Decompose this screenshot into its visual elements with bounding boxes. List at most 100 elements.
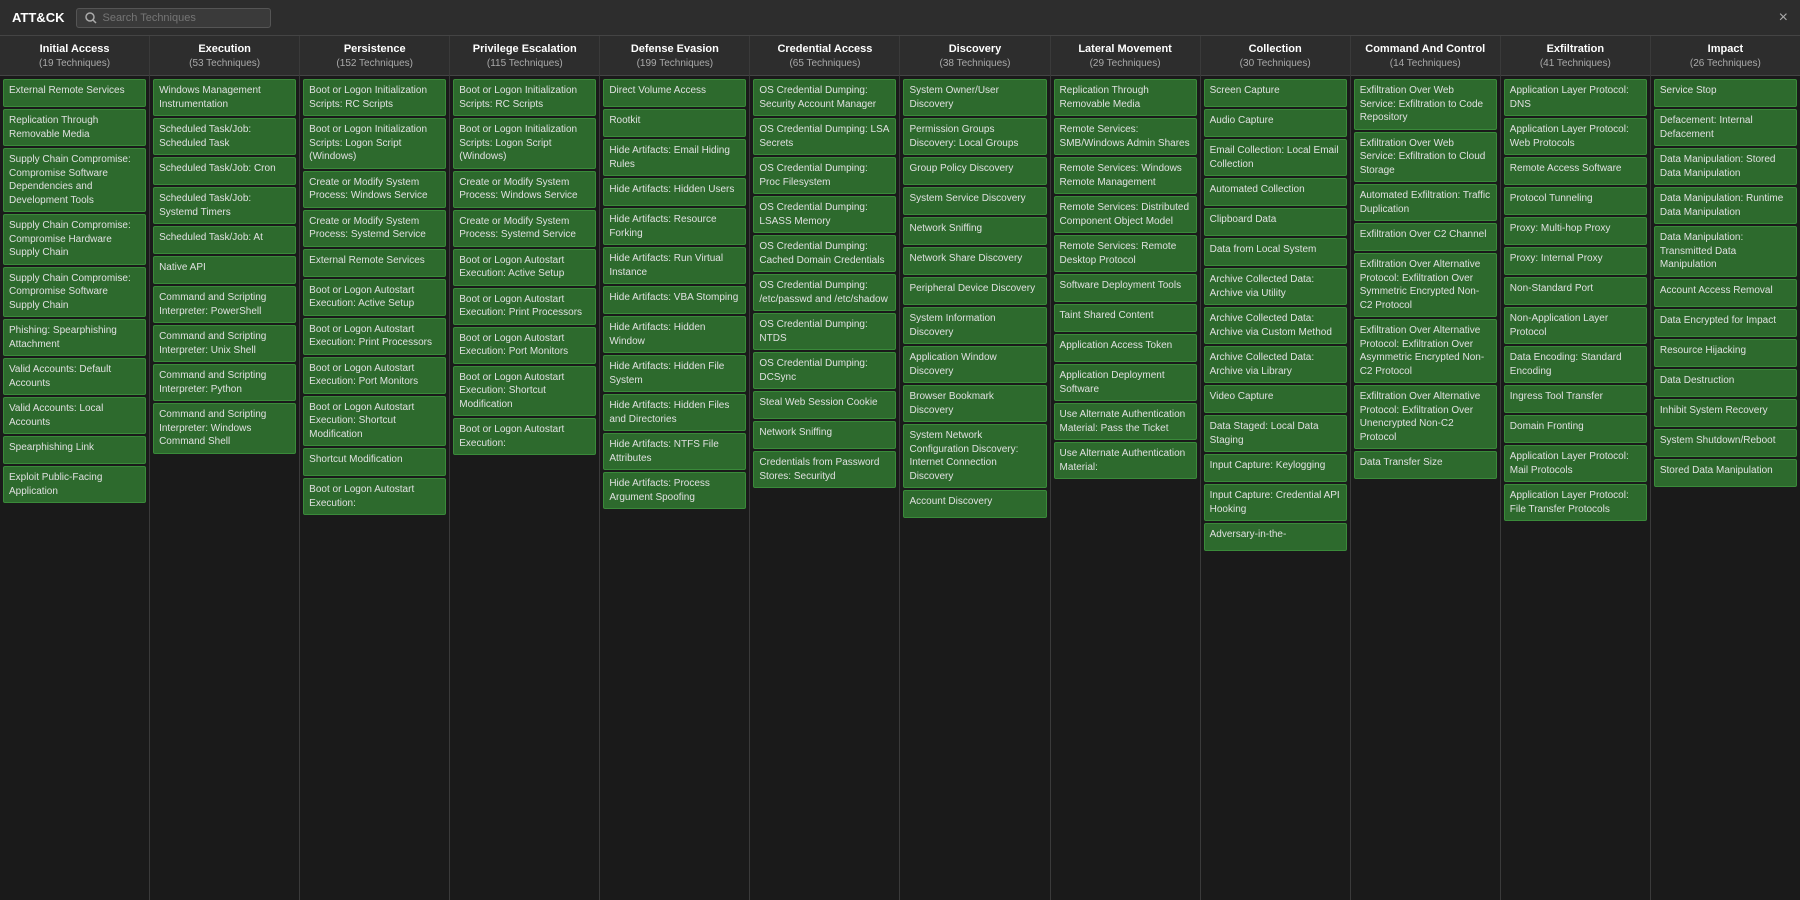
- technique-item[interactable]: Resource Hijacking: [1654, 339, 1797, 367]
- technique-item[interactable]: Supply Chain Compromise: Compromise Hard…: [3, 214, 146, 265]
- technique-item[interactable]: Application Access Token: [1054, 334, 1197, 362]
- technique-item[interactable]: Use Alternate Authentication Material: P…: [1054, 403, 1197, 440]
- technique-item[interactable]: Application Deployment Software: [1054, 364, 1197, 401]
- technique-item[interactable]: Boot or Logon Autostart Execution: Print…: [453, 288, 596, 325]
- technique-item[interactable]: Supply Chain Compromise: Compromise Soft…: [3, 148, 146, 212]
- technique-item[interactable]: Boot or Logon Initialization Scripts: Lo…: [303, 118, 446, 169]
- technique-item[interactable]: Supply Chain Compromise: Compromise Soft…: [3, 267, 146, 318]
- technique-item[interactable]: Scheduled Task/Job: Scheduled Task: [153, 118, 296, 155]
- technique-item[interactable]: Hide Artifacts: Resource Forking: [603, 208, 746, 245]
- technique-item[interactable]: Boot or Logon Initialization Scripts: RC…: [303, 79, 446, 116]
- technique-item[interactable]: Credentials from Password Stores: Securi…: [753, 451, 896, 488]
- technique-item[interactable]: Permission Groups Discovery: Local Group…: [903, 118, 1046, 155]
- technique-item[interactable]: Screen Capture: [1204, 79, 1347, 107]
- technique-item[interactable]: Command and Scripting Interpreter: Pytho…: [153, 364, 296, 401]
- technique-item[interactable]: OS Credential Dumping: Cached Domain Cre…: [753, 235, 896, 272]
- technique-item[interactable]: Valid Accounts: Default Accounts: [3, 358, 146, 395]
- technique-item[interactable]: Data Manipulation: Runtime Data Manipula…: [1654, 187, 1797, 224]
- technique-item[interactable]: Domain Fronting: [1504, 415, 1647, 443]
- technique-item[interactable]: Data Destruction: [1654, 369, 1797, 397]
- technique-item[interactable]: Create or Modify System Process: Systemd…: [453, 210, 596, 247]
- technique-item[interactable]: Exfiltration Over Web Service: Exfiltrat…: [1354, 79, 1497, 130]
- technique-item[interactable]: Adversary-in-the-: [1204, 523, 1347, 551]
- technique-item[interactable]: Phishing: Spearphishing Attachment: [3, 319, 146, 356]
- technique-item[interactable]: Command and Scripting Interpreter: Windo…: [153, 403, 296, 454]
- technique-item[interactable]: Boot or Logon Autostart Execution: Short…: [303, 396, 446, 447]
- technique-item[interactable]: Remote Services: Remote Desktop Protocol: [1054, 235, 1197, 272]
- technique-item[interactable]: Peripheral Device Discovery: [903, 277, 1046, 305]
- technique-item[interactable]: Command and Scripting Interpreter: Power…: [153, 286, 296, 323]
- technique-item[interactable]: Proxy: Internal Proxy: [1504, 247, 1647, 275]
- technique-item[interactable]: Hide Artifacts: NTFS File Attributes: [603, 433, 746, 470]
- technique-item[interactable]: Valid Accounts: Local Accounts: [3, 397, 146, 434]
- technique-item[interactable]: Application Layer Protocol: File Transfe…: [1504, 484, 1647, 521]
- technique-item[interactable]: Input Capture: Credential API Hooking: [1204, 484, 1347, 521]
- technique-item[interactable]: OS Credential Dumping: LSA Secrets: [753, 118, 896, 155]
- technique-item[interactable]: Boot or Logon Initialization Scripts: RC…: [453, 79, 596, 116]
- technique-item[interactable]: Exfiltration Over Alternative Protocol: …: [1354, 385, 1497, 449]
- technique-item[interactable]: Application Layer Protocol: DNS: [1504, 79, 1647, 116]
- technique-item[interactable]: Create or Modify System Process: Windows…: [453, 171, 596, 208]
- technique-item[interactable]: Windows Management Instrumentation: [153, 79, 296, 116]
- technique-item[interactable]: Create or Modify System Process: Windows…: [303, 171, 446, 208]
- technique-item[interactable]: OS Credential Dumping: DCSync: [753, 352, 896, 389]
- technique-item[interactable]: Scheduled Task/Job: At: [153, 226, 296, 254]
- technique-item[interactable]: Create or Modify System Process: Systemd…: [303, 210, 446, 247]
- technique-item[interactable]: Spearphishing Link: [3, 436, 146, 464]
- technique-item[interactable]: Data Manipulation: Stored Data Manipulat…: [1654, 148, 1797, 185]
- technique-item[interactable]: Group Policy Discovery: [903, 157, 1046, 185]
- technique-item[interactable]: Protocol Tunneling: [1504, 187, 1647, 215]
- technique-item[interactable]: Shortcut Modification: [303, 448, 446, 476]
- technique-item[interactable]: Data Transfer Size: [1354, 451, 1497, 479]
- technique-item[interactable]: Replication Through Removable Media: [3, 109, 146, 146]
- technique-item[interactable]: Taint Shared Content: [1054, 304, 1197, 332]
- technique-item[interactable]: External Remote Services: [3, 79, 146, 107]
- technique-item[interactable]: Inhibit System Recovery: [1654, 399, 1797, 427]
- technique-item[interactable]: Network Share Discovery: [903, 247, 1046, 275]
- technique-item[interactable]: Hide Artifacts: Hidden Window: [603, 316, 746, 353]
- technique-item[interactable]: Exfiltration Over C2 Channel: [1354, 223, 1497, 251]
- search-input[interactable]: [102, 12, 262, 24]
- technique-item[interactable]: System Network Configuration Discovery: …: [903, 424, 1046, 488]
- technique-item[interactable]: Hide Artifacts: Hidden File System: [603, 355, 746, 392]
- technique-item[interactable]: Exfiltration Over Alternative Protocol: …: [1354, 319, 1497, 383]
- technique-item[interactable]: OS Credential Dumping: NTDS: [753, 313, 896, 350]
- technique-item[interactable]: Audio Capture: [1204, 109, 1347, 137]
- technique-item[interactable]: Hide Artifacts: Hidden Users: [603, 178, 746, 206]
- technique-item[interactable]: Use Alternate Authentication Material:: [1054, 442, 1197, 479]
- technique-item[interactable]: Exfiltration Over Alternative Protocol: …: [1354, 253, 1497, 317]
- technique-item[interactable]: Native API: [153, 256, 296, 284]
- technique-item[interactable]: Scheduled Task/Job: Cron: [153, 157, 296, 185]
- technique-item[interactable]: Account Discovery: [903, 490, 1046, 518]
- technique-item[interactable]: Data Staged: Local Data Staging: [1204, 415, 1347, 452]
- technique-item[interactable]: Data from Local System: [1204, 238, 1347, 266]
- technique-item[interactable]: Data Encoding: Standard Encoding: [1504, 346, 1647, 383]
- technique-item[interactable]: Boot or Logon Autostart Execution:: [303, 478, 446, 515]
- technique-item[interactable]: Boot or Logon Autostart Execution: Port …: [453, 327, 596, 364]
- technique-item[interactable]: External Remote Services: [303, 249, 446, 277]
- technique-item[interactable]: Hide Artifacts: Run Virtual Instance: [603, 247, 746, 284]
- technique-item[interactable]: Replication Through Removable Media: [1054, 79, 1197, 116]
- technique-item[interactable]: Email Collection: Local Email Collection: [1204, 139, 1347, 176]
- technique-item[interactable]: System Owner/User Discovery: [903, 79, 1046, 116]
- technique-item[interactable]: OS Credential Dumping: LSASS Memory: [753, 196, 896, 233]
- technique-item[interactable]: Exfiltration Over Web Service: Exfiltrat…: [1354, 132, 1497, 183]
- technique-item[interactable]: OS Credential Dumping: Security Account …: [753, 79, 896, 116]
- technique-item[interactable]: Application Layer Protocol: Mail Protoco…: [1504, 445, 1647, 482]
- technique-item[interactable]: Browser Bookmark Discovery: [903, 385, 1046, 422]
- technique-item[interactable]: System Information Discovery: [903, 307, 1046, 344]
- technique-item[interactable]: Non-Standard Port: [1504, 277, 1647, 305]
- technique-item[interactable]: Service Stop: [1654, 79, 1797, 107]
- technique-item[interactable]: Hide Artifacts: Process Argument Spoofin…: [603, 472, 746, 509]
- technique-item[interactable]: Automated Collection: [1204, 178, 1347, 206]
- technique-item[interactable]: Boot or Logon Autostart Execution: Activ…: [453, 249, 596, 286]
- technique-item[interactable]: Archive Collected Data: Archive via Libr…: [1204, 346, 1347, 383]
- technique-item[interactable]: Exploit Public-Facing Application: [3, 466, 146, 503]
- technique-item[interactable]: Boot or Logon Autostart Execution: Port …: [303, 357, 446, 394]
- technique-item[interactable]: Stored Data Manipulation: [1654, 459, 1797, 487]
- technique-item[interactable]: Rootkit: [603, 109, 746, 137]
- technique-item[interactable]: Direct Volume Access: [603, 79, 746, 107]
- technique-item[interactable]: System Shutdown/Reboot: [1654, 429, 1797, 457]
- technique-item[interactable]: Boot or Logon Initialization Scripts: Lo…: [453, 118, 596, 169]
- technique-item[interactable]: Data Encrypted for Impact: [1654, 309, 1797, 337]
